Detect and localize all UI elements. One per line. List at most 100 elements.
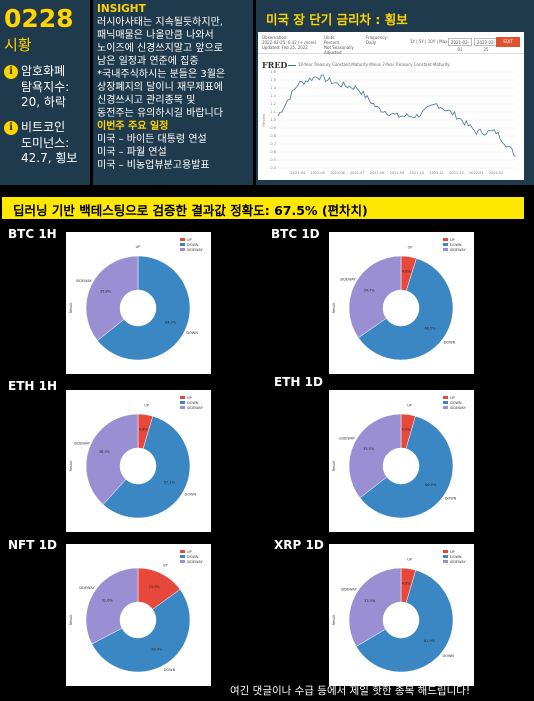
legend-label: DOWN	[450, 243, 462, 247]
info-icon: i	[4, 121, 18, 136]
pie-value-label: 60.5%	[424, 326, 436, 330]
legend-label: UP	[450, 396, 455, 400]
chart-label-btc-1h: BTC 1H	[8, 227, 57, 241]
legend-label: DOWN	[450, 555, 462, 559]
schedule-item: 미국 – 파월 연설	[97, 147, 167, 158]
legend-label: SIDEWAY	[450, 406, 467, 410]
schedule-item: 미국 – 비농업뷰분고용발표	[97, 160, 210, 171]
pie-value-label: 35.5%	[363, 447, 375, 451]
rate-spread-title: 미국 장 단기 금리차 : 횡보	[266, 12, 408, 27]
chart-label-xrp-1d: XRP 1D	[274, 538, 324, 552]
pie-slice-label: UP	[144, 404, 149, 408]
legend-label: UP	[187, 396, 192, 400]
pie-slice-label: UP	[136, 245, 141, 249]
pie-slice-label: SIDEWAY	[340, 277, 357, 281]
pie-y-label: Result	[69, 460, 73, 471]
legend-label: SIDEWAY	[187, 248, 204, 252]
pie-value-label: 52.4%	[151, 648, 163, 652]
market-summary-panel: 0228 시황 i 암호화폐 탐욕지수: 20, 하락 i 비트코인 도미넌스: 42.…	[0, 0, 90, 185]
fred-x-tick: 2021-10	[410, 171, 425, 175]
fred-x-tick: 2021-11	[429, 171, 444, 175]
legend-label: DOWN	[187, 243, 199, 247]
legend-label: SIDEWAY	[450, 560, 467, 564]
legend-swatch	[180, 401, 185, 404]
legend-swatch	[443, 401, 448, 404]
fred-x-tick: 2021-09	[390, 171, 405, 175]
pie-slice-label: UP	[408, 246, 413, 250]
pie-svg: 4.5%UP60.0%DOWN35.5%SIDEWAYUPDOWNSIDEWAY…	[332, 396, 467, 519]
pie-value-label: 4.5%	[402, 427, 412, 431]
legend-label: DOWN	[187, 555, 199, 559]
pie-slice-label: UP	[407, 404, 412, 408]
legend-swatch	[443, 243, 448, 246]
legend-swatch	[180, 550, 185, 553]
legend-swatch	[180, 560, 185, 563]
fred-y-tick: 1.4	[270, 86, 276, 90]
pie-slice-label: DOWN	[186, 331, 198, 335]
pie-chart-eth-1h: 4.6% UP 57.1% DOWN 38.3% SIDEWAY UP DOWN SIDEWAY…	[66, 390, 211, 532]
market-label: 시황	[4, 36, 32, 55]
stat-line: 도미넌스:	[21, 135, 70, 150]
chart-label-btc-1d: BTC 1D	[271, 227, 320, 241]
footer-note: 여긴 댓글이나 수급 등에서 제일 핫한 종목 해드립니다!	[230, 685, 471, 697]
fred-x-tick: 2022-01	[469, 171, 484, 175]
pie-chart-btc-1h: 0.0%UP64.2%DOWN35.8%SIDEWAYUPDOWNSIDEWAY…	[66, 232, 211, 374]
pie-chart-btc-1d: 4.8% UP 60.5% DOWN 34.7% SIDEWAY UP DOWN SIDEWAY…	[329, 232, 474, 374]
stat-line: 암호화폐	[21, 64, 66, 79]
pie-slice-sideway	[85, 567, 139, 645]
pie-value-label: 15.0%	[149, 585, 161, 589]
legend-swatch	[180, 248, 185, 251]
fred-y-tick: 1.6	[270, 70, 276, 74]
fred-y-tick: 0.6	[270, 150, 276, 154]
legend-label: UP	[450, 238, 455, 242]
date-title: 0228	[4, 4, 74, 33]
pie-slice-label: DOWN	[443, 654, 455, 658]
chart-label-eth-1h: ETH 1H	[8, 379, 57, 393]
stat-line: 20, 하락	[21, 95, 66, 110]
fred-y-tick: 1.0	[270, 118, 276, 122]
pie-slice-label: DOWN	[164, 668, 176, 672]
pie-value-label: 61.9%	[424, 639, 436, 643]
legend-swatch	[443, 560, 448, 563]
pie-svg: 4.8%UP60.5%DOWN34.7%SIDEWAYUPDOWNSIDEWAY…	[332, 238, 467, 361]
pie-slice-sideway	[348, 567, 402, 647]
fred-y-tick: 0.4	[270, 166, 276, 170]
legend-swatch	[443, 396, 448, 399]
chart-label-nft-1d: NFT 1D	[8, 538, 57, 552]
pie-slice-label: DOWN	[444, 340, 456, 344]
pie-slice-label: UP	[407, 558, 412, 562]
pie-slice-label: SIDEWAY	[76, 279, 93, 283]
schedule-item: 미국 – 바이든 대통령 연설	[97, 134, 207, 145]
fred-line-chart: 1.6 1.5 1.4 1.3 1.2 1.1 1.0 0.9 0.8 0.7 0.6 0.5 0.4 2…	[262, 70, 517, 175]
pie-value-label: 35.8%	[100, 289, 112, 293]
fear-greed-stat: i 암호화폐 탐욕지수: 20, 하락	[4, 64, 86, 111]
fred-y-tick: 0.9	[270, 126, 276, 130]
insight-panel: INSIGHT 러시아사태는 지속될듯하지만, 패닉매물은 나올만큼 나와서 노…	[93, 0, 253, 185]
pie-svg: 4.6%UP61.9%DOWN33.5%SIDEWAYUPDOWNSIDEWAY…	[332, 550, 467, 673]
fred-x-tick: 2021-05	[310, 171, 325, 175]
fred-x-tick: 2021-06	[330, 171, 345, 175]
legend-swatch	[443, 550, 448, 553]
pie-value-label: 4.6%	[139, 427, 149, 431]
legend-swatch	[180, 396, 185, 399]
fred-y-label: Percent	[262, 113, 266, 127]
legend-label: UP	[187, 550, 192, 554]
btc-dominance-stat: i 비트코인 도미넌스: 42.7, 횡보	[4, 120, 86, 167]
fred-chart: Observation: 2022-02-25: 0.42 (+ more) U…	[258, 32, 524, 180]
pie-y-label: Result	[332, 302, 336, 313]
fear-greed-text: 암호화폐 탐욕지수: 20, 하락	[21, 64, 69, 111]
legend-swatch	[180, 243, 185, 246]
fred-y-tick: 1.3	[270, 94, 276, 98]
legend-swatch	[180, 406, 185, 409]
insight-body: 러시아사태는 지속될듯하지만, 패닉매물은 나올만큼 나와서 노이즈에 신경쓰지…	[97, 17, 226, 119]
stat-line: 탐욕지수:	[21, 79, 70, 94]
pie-y-label: Result	[69, 302, 73, 313]
pie-slice-label: UP	[163, 564, 168, 568]
fred-x-tick: 2021-08	[370, 171, 385, 175]
legend-swatch	[443, 248, 448, 251]
pie-slice-label: SIDEWAY	[79, 586, 96, 590]
chart-label-eth-1d: ETH 1D	[274, 375, 323, 389]
fred-y-tick: 0.5	[270, 158, 276, 162]
legend-label: SIDEWAY	[187, 406, 204, 410]
pie-chart-eth-1d: 4.5% UP 60.0% DOWN 35.5% SIDEWAY UP DOWN SIDEWAY…	[329, 390, 474, 532]
